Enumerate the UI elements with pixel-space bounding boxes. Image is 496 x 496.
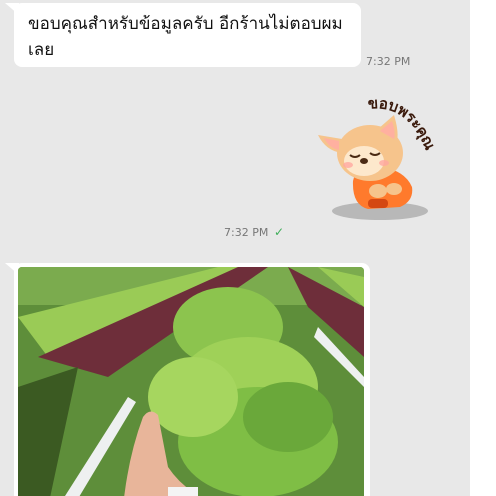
message-timestamp: 7:32 PM <box>366 55 411 68</box>
thank-you-sticker[interactable]: ขอบพระคุณ <box>308 95 446 225</box>
incoming-message-bubble[interactable]: ขอบคุณสำหรับข้อมูลครับ อีกร้านไม่ตอบผมเล… <box>14 3 361 67</box>
chat-pane: ขอบคุณสำหรับข้อมูลครับ อีกร้านไม่ตอบผมเล… <box>0 0 470 496</box>
check-icon: ✓ <box>274 225 285 239</box>
incoming-photo-bubble[interactable] <box>14 263 370 496</box>
lettuce-photo[interactable] <box>18 267 364 496</box>
message-text: ขอบคุณสำหรับข้อมูลครับ อีกร้านไม่ตอบผมเล… <box>28 14 343 60</box>
message-timestamp: 7:32 PM <box>224 226 269 239</box>
